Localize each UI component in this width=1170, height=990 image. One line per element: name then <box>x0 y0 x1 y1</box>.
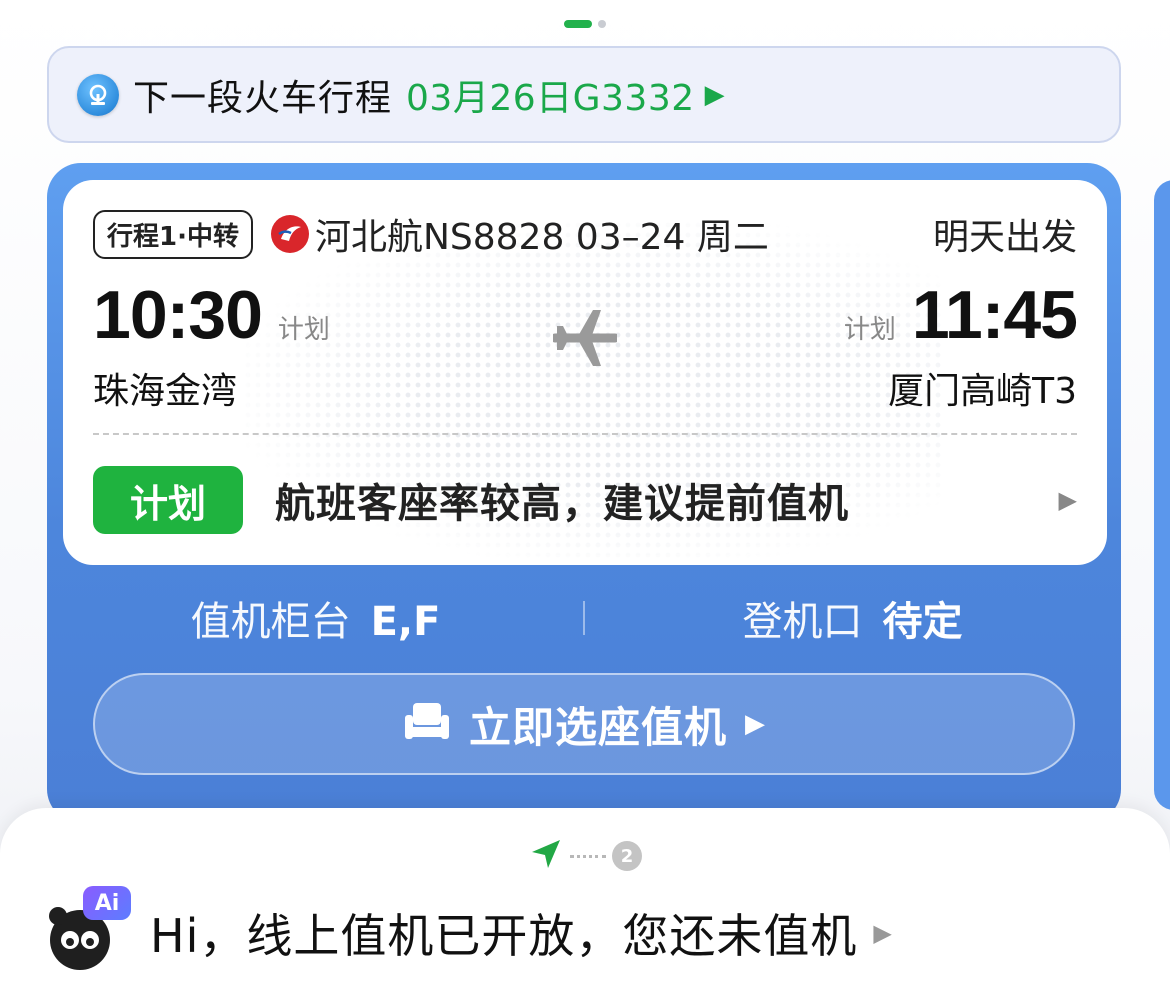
checkin-counter-label: 值机柜台 <box>190 599 351 645</box>
page-dot <box>598 20 606 28</box>
departure-time: 10:30 <box>93 277 263 353</box>
checkin-counter-value: E,F <box>370 599 441 645</box>
departure-status: 明天出发 <box>932 217 1077 258</box>
arrival-time-group: 计划 11:45 <box>843 276 1078 354</box>
step-connector <box>570 854 606 858</box>
assistant-sheet[interactable]: 2 Ai Hi，线上值机已开放，您还未值机 ▶ <box>0 808 1170 990</box>
arrival-airport: 厦门高崎T3 <box>888 371 1077 412</box>
trip-segment-tag: 行程1·中转 <box>93 209 253 259</box>
assistant-greeting-text: Hi，线上值机已开放，您还未值机 <box>150 909 858 963</box>
chevron-right-icon: ▶ <box>745 709 765 739</box>
checkin-advice-text: 航班客座率较高，建议提前值机 <box>275 481 849 527</box>
railway-icon <box>77 73 119 116</box>
select-seat-checkin-button[interactable]: 立即选座值机 ▶ <box>93 673 1075 775</box>
train-trip-info: 03月26日G3332 <box>406 77 695 119</box>
seat-icon <box>403 701 451 747</box>
assistant-mascot-icon[interactable]: Ai <box>46 886 136 970</box>
boarding-gate-label: 登机口 <box>742 599 863 645</box>
departure-time-group: 10:30 计划 <box>93 276 330 354</box>
checkin-advice-row[interactable]: 计划 航班客座率较高，建议提前值机 ▶ <box>93 466 1077 534</box>
next-card-peek[interactable] <box>1154 180 1170 810</box>
flight-card: 行程1·中转 河北航NS8828 03–24 周二 明天出发 10:30 计划 … <box>47 163 1121 823</box>
chevron-right-icon: ▶ <box>1058 486 1077 514</box>
boarding-gate: 登机口 待定 <box>584 589 1121 647</box>
plan-status-badge: 计划 <box>93 466 243 534</box>
dashed-divider <box>93 433 1077 435</box>
departure-airport: 珠海金湾 <box>93 371 238 412</box>
info-divider <box>583 601 585 635</box>
step-number: 2 <box>612 841 642 871</box>
train-banner-label: 下一段火车行程 <box>133 77 393 119</box>
assistant-greeting[interactable]: Hi，线上值机已开放，您还未值机 ▶ <box>150 900 892 966</box>
chevron-right-icon: ▶ <box>704 79 725 110</box>
chevron-right-icon: ▶ <box>873 919 892 947</box>
step-indicator: 2 <box>0 836 1170 876</box>
page-dot-active <box>564 20 592 28</box>
ai-badge: Ai <box>83 886 131 920</box>
select-seat-checkin-label: 立即选座值机 <box>468 702 727 752</box>
flight-number-date: 河北航NS8828 03–24 周二 <box>314 217 769 258</box>
arrival-time: 11:45 <box>911 277 1078 353</box>
arrival-time-status: 计划 <box>843 315 896 345</box>
navigation-arrow-icon <box>528 836 564 876</box>
flight-details-panel[interactable]: 行程1·中转 河北航NS8828 03–24 周二 明天出发 10:30 计划 … <box>63 180 1107 565</box>
checkin-counter: 值机柜台 E,F <box>47 589 584 647</box>
next-train-banner[interactable]: 下一段火车行程 03月26日G3332 ▶ <box>47 46 1121 143</box>
airline-logo-icon <box>270 215 309 253</box>
departure-time-status: 计划 <box>277 315 330 345</box>
page-indicator <box>0 20 1170 28</box>
boarding-gate-value: 待定 <box>882 599 963 645</box>
